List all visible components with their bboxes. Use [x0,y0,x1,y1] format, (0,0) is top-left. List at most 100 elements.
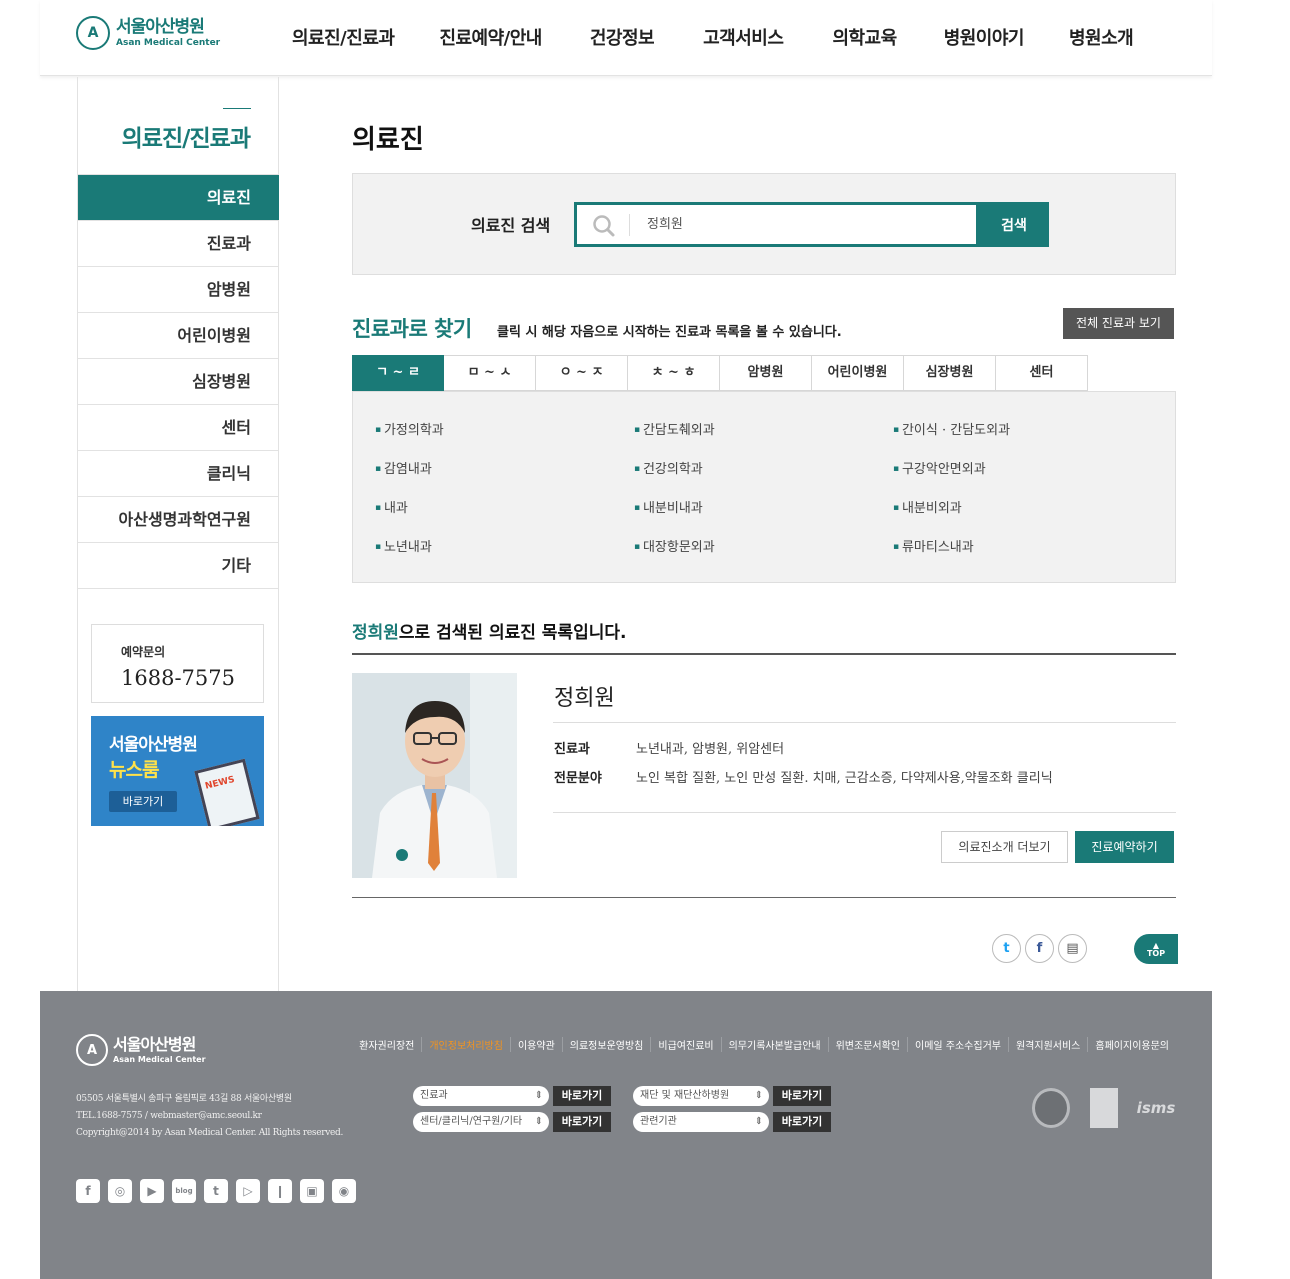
gnb-item-about[interactable]: 병원소개 [1069,24,1134,50]
footer-link[interactable]: 의무기록사본발급안내 [720,1037,828,1052]
sidebar-item-etc[interactable]: 기타 [78,543,279,589]
footer-link[interactable]: 비급여진료비 [650,1037,720,1052]
logo-emblem-icon: A [76,16,110,50]
tab-mieum-siot[interactable]: ㅁ ~ ㅅ [444,355,536,391]
doctor-field-value: 노인 복합 질환, 노인 만성 질환. 치매, 근감소증, 다약제사용,약물조화… [636,771,1053,786]
footer-logo-english: Asan Medical Center [113,1054,206,1064]
dept-link[interactable]: 노년내과 [375,536,634,575]
footer-link-privacy[interactable]: 개인정보처리방침 [421,1037,510,1052]
doctor-more-button[interactable]: 의료진소개 더보기 [941,831,1068,863]
podcast-icon[interactable]: ▣ [300,1179,324,1203]
dept-link[interactable]: 간이식 · 간담도외과 [893,419,1152,458]
sidebar-item-doctors[interactable]: 의료진 [78,175,279,221]
tab-childrens-hospital[interactable]: 어린이병원 [812,355,904,391]
instagram-icon[interactable]: ◎ [108,1179,132,1203]
footer-logo[interactable]: A 서울아산병원 Asan Medical Center [76,1034,206,1066]
footer-go-button[interactable]: 바로가기 [553,1112,611,1132]
result-divider-top [352,653,1176,655]
footer-link[interactable]: 홈페이지이용문의 [1087,1037,1176,1052]
twitter-icon[interactable]: t [992,934,1021,963]
gnb-item-customer-service[interactable]: 고객서비스 [703,24,784,50]
tab-ieung-jieut[interactable]: ㅇ ~ ㅈ [536,355,628,391]
dept-list: 가정의학과 간담도췌외과 간이식 · 간담도외과 감염내과 건강의학과 구강악안… [352,391,1176,583]
footer-link[interactable]: 의료정보운영방침 [561,1037,651,1052]
dept-link[interactable]: 건강의학과 [634,458,893,497]
sidebar-item-center[interactable]: 센터 [78,405,279,451]
sidebar: 의료진/진료과 의료진 진료과 암병원 어린이병원 심장병원 센터 클리닉 아산… [77,77,279,991]
dept-link[interactable]: 내과 [375,497,634,536]
footer-link[interactable]: 위변조문서확인 [827,1037,907,1052]
storyfunding-icon[interactable]: ❙ [268,1179,292,1203]
sidebar-menu: 의료진 진료과 암병원 어린이병원 심장병원 센터 클리닉 아산생명과학연구원 … [78,174,279,589]
gnb-item-health-info[interactable]: 건강정보 [590,24,655,50]
dept-link[interactable]: 대장항문외과 [634,536,893,575]
search-field[interactable] [574,202,979,247]
result-divider-bottom [352,897,1176,898]
play-icon[interactable]: ▷ [236,1179,260,1203]
twitter-icon[interactable]: t [204,1179,228,1203]
footer-select-departments[interactable]: 진료과 [413,1086,549,1106]
sidebar-item-clinic[interactable]: 클리닉 [78,451,279,497]
view-all-departments-button[interactable]: 전체 진료과 보기 [1063,308,1174,339]
tab-center[interactable]: 센터 [996,355,1088,391]
footer-link[interactable]: 원격지원서비스 [1007,1037,1087,1052]
search-input[interactable] [647,215,967,230]
find-by-dept-description: 클릭 시 해당 자음으로 시작하는 진료과 목록을 볼 수 있습니다. [497,325,842,340]
footer-go-button[interactable]: 바로가기 [553,1086,611,1106]
sidebar-item-research-institute[interactable]: 아산생명과학연구원 [78,497,279,543]
video-icon[interactable]: ◉ [332,1179,356,1203]
tab-cancer-hospital[interactable]: 암병원 [720,355,812,391]
dept-link[interactable]: 내분비내과 [634,497,893,536]
footer-link[interactable]: 이용약관 [509,1037,562,1052]
footer-go-button[interactable]: 바로가기 [773,1112,831,1132]
doctor-portrait-icon [352,673,517,878]
search-icon [593,215,615,237]
blog-icon[interactable]: blog [172,1179,196,1203]
footer-select-centers[interactable]: 센터/클리닉/연구원/기타 [413,1112,549,1132]
tab-chieut-hieut[interactable]: ㅊ ~ ㅎ [628,355,720,391]
book-appointment-button[interactable]: 진료예약하기 [1075,831,1174,863]
footer-copyright: Copyright@2014 by Asan Medical Center. A… [76,1128,344,1138]
doctor-name: 정희원 [554,686,615,711]
sidebar-item-heart-hospital[interactable]: 심장병원 [78,359,279,405]
footer-go-button[interactable]: 바로가기 [773,1086,831,1106]
doctor-divider [553,722,1176,723]
dept-link[interactable]: 내분비외과 [893,497,1152,536]
sidebar-item-childrens-hospital[interactable]: 어린이병원 [78,313,279,359]
footer-select-foundation[interactable]: 재단 및 재단산하병원 [633,1086,769,1106]
print-icon[interactable]: ▤ [1058,934,1087,963]
newsroom-banner-line1: 서울아산병원 [109,735,198,755]
sidebar-item-cancer-hospital[interactable]: 암병원 [78,267,279,313]
newsroom-banner-button[interactable]: 바로가기 [109,791,177,812]
footer-logo-korean: 서울아산병원 [113,1034,196,1054]
footer-link[interactable]: 이메일 주소수집거부 [907,1037,1008,1052]
dept-tabs: ㄱ ~ ㄹ ㅁ ~ ㅅ ㅇ ~ ㅈ ㅊ ~ ㅎ 암병원 어린이병원 심장병원 센… [352,355,1088,391]
footer-select-related[interactable]: 관련기관 [633,1112,769,1132]
newsroom-banner[interactable]: 서울아산병원 뉴스룸 바로가기 NEWS [91,716,264,826]
gnb-item-reservation[interactable]: 진료예약/안내 [439,24,542,50]
doctor-photo[interactable] [352,673,517,878]
dept-link[interactable]: 가정의학과 [375,419,634,458]
facebook-icon[interactable]: f [1025,934,1054,963]
sidebar-item-departments[interactable]: 진료과 [78,221,279,267]
dept-link[interactable]: 구강악안면외과 [893,458,1152,497]
site-logo[interactable]: A 서울아산병원 Asan Medical Center [76,16,220,50]
dept-link[interactable]: 간담도췌외과 [634,419,893,458]
reservation-number: 1688-7575 [121,666,235,690]
share-buttons: t f ▤ [992,934,1091,963]
dept-link[interactable]: 감염내과 [375,458,634,497]
gnb-item-hospital-story[interactable]: 병원이야기 [944,24,1025,50]
doctor-field-label: 전문분야 [554,771,602,786]
search-button[interactable]: 검색 [979,202,1049,247]
gnb-item-doctors[interactable]: 의료진/진료과 [292,24,395,50]
facebook-icon[interactable]: f [76,1179,100,1203]
youtube-icon[interactable]: ▶ [140,1179,164,1203]
footer-link[interactable]: 환자권리장전 [352,1037,421,1052]
find-by-dept-title: 진료과로 찾기 [352,317,472,341]
dept-link[interactable]: 류마티스내과 [893,536,1152,575]
search-label: 의료진 검색 [471,216,551,235]
scroll-top-button[interactable]: ▲ TOP [1134,934,1178,964]
tab-heart-hospital[interactable]: 심장병원 [904,355,996,391]
gnb-item-medical-education[interactable]: 의학교육 [832,24,897,50]
tab-giyeok-rieul[interactable]: ㄱ ~ ㄹ [352,355,444,391]
